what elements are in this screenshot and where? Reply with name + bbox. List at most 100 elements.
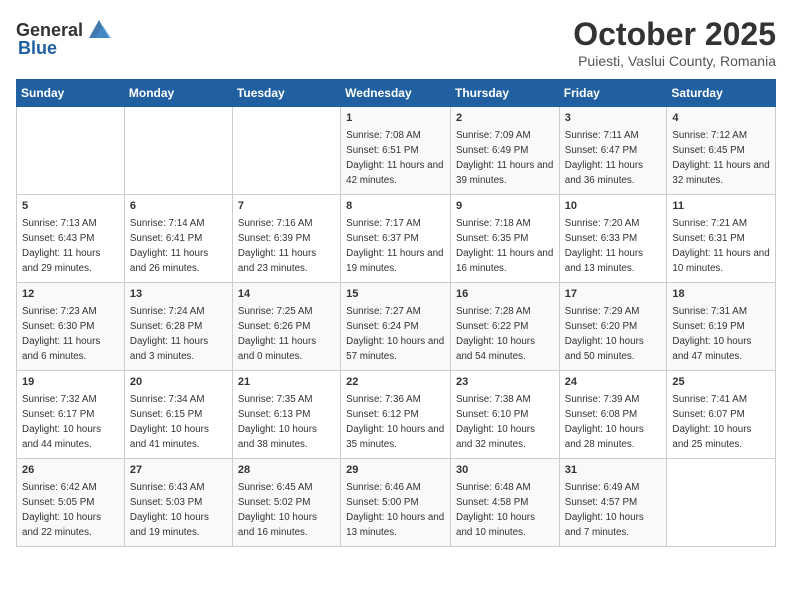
cell-info: Sunrise: 7:41 AMSunset: 6:07 PMDaylight:… [672,394,751,449]
cell-info: Sunrise: 7:31 AMSunset: 6:19 PMDaylight:… [672,306,751,361]
calendar-cell: 24 Sunrise: 7:39 AMSunset: 6:08 PMDayligh… [559,371,667,459]
cell-info: Sunrise: 7:17 AMSunset: 6:37 PMDaylight:… [346,218,443,273]
day-number: 3 [565,111,662,126]
calendar-cell: 18 Sunrise: 7:31 AMSunset: 6:19 PMDayligh… [667,283,776,371]
calendar-week-row: 5Sunrise: 7:13 AMSunset: 6:43 PMDaylight… [17,195,776,283]
calendar-cell: 8Sunrise: 7:17 AMSunset: 6:37 PMDaylight… [341,195,451,283]
logo: General Blue [16,16,113,59]
day-number: 20 [130,375,227,390]
calendar-cell [667,459,776,547]
calendar-cell [17,107,125,195]
day-number: 17 [565,287,662,302]
cell-info: Sunrise: 7:20 AMSunset: 6:33 PMDaylight:… [565,218,643,273]
day-number: 14 [238,287,335,302]
cell-info: Sunrise: 6:48 AMSunset: 4:58 PMDaylight:… [456,482,535,537]
cell-info: Sunrise: 6:45 AMSunset: 5:02 PMDaylight:… [238,482,317,537]
calendar-cell: 27Sunrise: 6:43 AMSunset: 5:03 PMDayligh… [124,459,232,547]
cell-info: Sunrise: 7:18 AMSunset: 6:35 PMDaylight:… [456,218,553,273]
calendar-cell: 16Sunrise: 7:28 AMSunset: 6:22 PMDayligh… [451,283,560,371]
calendar-cell: 28Sunrise: 6:45 AMSunset: 5:02 PMDayligh… [232,459,340,547]
day-number: 27 [130,463,227,478]
day-number: 23 [456,375,554,390]
calendar-cell: 25 Sunrise: 7:41 AMSunset: 6:07 PMDayligh… [667,371,776,459]
calendar-week-row: 12Sunrise: 7:23 AMSunset: 6:30 PMDayligh… [17,283,776,371]
calendar-body: 1 Sunrise: 7:08 AMSunset: 6:51 PMDaylight… [17,107,776,547]
cell-info: Sunrise: 7:36 AMSunset: 6:12 PMDaylight:… [346,394,444,449]
calendar-cell: 2 Sunrise: 7:09 AMSunset: 6:49 PMDaylight… [451,107,560,195]
day-number: 18 [672,287,770,302]
calendar-cell: 17Sunrise: 7:29 AMSunset: 6:20 PMDayligh… [559,283,667,371]
calendar-cell: 11 Sunrise: 7:21 AMSunset: 6:31 PMDayligh… [667,195,776,283]
cell-info: Sunrise: 7:28 AMSunset: 6:22 PMDaylight:… [456,306,535,361]
logo-icon [85,16,113,44]
calendar-cell: 10 Sunrise: 7:20 AMSunset: 6:33 PMDayligh… [559,195,667,283]
day-number: 24 [565,375,662,390]
calendar-header: SundayMondayTuesdayWednesdayThursdayFrid… [17,80,776,107]
day-number: 7 [238,199,335,214]
day-number: 19 [22,375,119,390]
month-title: October 2025 [573,16,776,53]
cell-info: Sunrise: 7:25 AMSunset: 6:26 PMDaylight:… [238,306,316,361]
day-of-week-header: Tuesday [232,80,340,107]
calendar-cell: 14 Sunrise: 7:25 AMSunset: 6:26 PMDayligh… [232,283,340,371]
cell-info: Sunrise: 7:08 AMSunset: 6:51 PMDaylight:… [346,130,443,185]
day-number: 29 [346,463,445,478]
day-number: 25 [672,375,770,390]
cell-info: Sunrise: 6:49 AMSunset: 4:57 PMDaylight:… [565,482,644,537]
calendar-week-row: 19 Sunrise: 7:32 AMSunset: 6:17 PMDayligh… [17,371,776,459]
cell-info: Sunrise: 7:09 AMSunset: 6:49 PMDaylight:… [456,130,553,185]
calendar-cell: 26Sunrise: 6:42 AMSunset: 5:05 PMDayligh… [17,459,125,547]
day-number: 11 [672,199,770,214]
day-number: 1 [346,111,445,126]
calendar-cell: 29Sunrise: 6:46 AMSunset: 5:00 PMDayligh… [341,459,451,547]
day-number: 10 [565,199,662,214]
day-number: 22 [346,375,445,390]
cell-info: Sunrise: 7:21 AMSunset: 6:31 PMDaylight:… [672,218,769,273]
calendar-cell: 5Sunrise: 7:13 AMSunset: 6:43 PMDaylight… [17,195,125,283]
day-number: 9 [456,199,554,214]
calendar-cell: 19 Sunrise: 7:32 AMSunset: 6:17 PMDayligh… [17,371,125,459]
logo-blue-text: Blue [18,38,57,59]
cell-info: Sunrise: 7:14 AMSunset: 6:41 PMDaylight:… [130,218,208,273]
day-number: 12 [22,287,119,302]
page-header: General Blue October 2025 Puiesti, Vaslu… [16,16,776,69]
cell-info: Sunrise: 7:32 AMSunset: 6:17 PMDaylight:… [22,394,101,449]
day-number: 31 [565,463,662,478]
header-row: SundayMondayTuesdayWednesdayThursdayFrid… [17,80,776,107]
calendar-cell [124,107,232,195]
calendar-week-row: 1 Sunrise: 7:08 AMSunset: 6:51 PMDaylight… [17,107,776,195]
calendar-cell: 3Sunrise: 7:11 AMSunset: 6:47 PMDaylight… [559,107,667,195]
cell-info: Sunrise: 7:34 AMSunset: 6:15 PMDaylight:… [130,394,209,449]
cell-info: Sunrise: 7:38 AMSunset: 6:10 PMDaylight:… [456,394,535,449]
cell-info: Sunrise: 7:12 AMSunset: 6:45 PMDaylight:… [672,130,769,185]
day-of-week-header: Monday [124,80,232,107]
calendar-cell: 23 Sunrise: 7:38 AMSunset: 6:10 PMDayligh… [451,371,560,459]
calendar-cell: 9 Sunrise: 7:18 AMSunset: 6:35 PMDaylight… [451,195,560,283]
calendar-cell: 1 Sunrise: 7:08 AMSunset: 6:51 PMDaylight… [341,107,451,195]
calendar-cell [232,107,340,195]
day-number: 13 [130,287,227,302]
calendar-cell: 22 Sunrise: 7:36 AMSunset: 6:12 PMDayligh… [341,371,451,459]
calendar-cell: 20 Sunrise: 7:34 AMSunset: 6:15 PMDayligh… [124,371,232,459]
calendar-cell: 6 Sunrise: 7:14 AMSunset: 6:41 PMDaylight… [124,195,232,283]
title-block: October 2025 Puiesti, Vaslui County, Rom… [573,16,776,69]
day-number: 6 [130,199,227,214]
cell-info: Sunrise: 7:24 AMSunset: 6:28 PMDaylight:… [130,306,208,361]
day-number: 2 [456,111,554,126]
calendar-cell: 12Sunrise: 7:23 AMSunset: 6:30 PMDayligh… [17,283,125,371]
day-number: 15 [346,287,445,302]
day-number: 4 [672,111,770,126]
cell-info: Sunrise: 7:39 AMSunset: 6:08 PMDaylight:… [565,394,644,449]
day-of-week-header: Friday [559,80,667,107]
calendar-cell: 13 Sunrise: 7:24 AMSunset: 6:28 PMDayligh… [124,283,232,371]
calendar-cell: 15Sunrise: 7:27 AMSunset: 6:24 PMDayligh… [341,283,451,371]
location-title: Puiesti, Vaslui County, Romania [573,53,776,69]
day-number: 21 [238,375,335,390]
day-of-week-header: Wednesday [341,80,451,107]
cell-info: Sunrise: 7:35 AMSunset: 6:13 PMDaylight:… [238,394,317,449]
calendar-cell: 4 Sunrise: 7:12 AMSunset: 6:45 PMDaylight… [667,107,776,195]
calendar-week-row: 26Sunrise: 6:42 AMSunset: 5:05 PMDayligh… [17,459,776,547]
day-of-week-header: Sunday [17,80,125,107]
cell-info: Sunrise: 6:42 AMSunset: 5:05 PMDaylight:… [22,482,101,537]
day-number: 5 [22,199,119,214]
